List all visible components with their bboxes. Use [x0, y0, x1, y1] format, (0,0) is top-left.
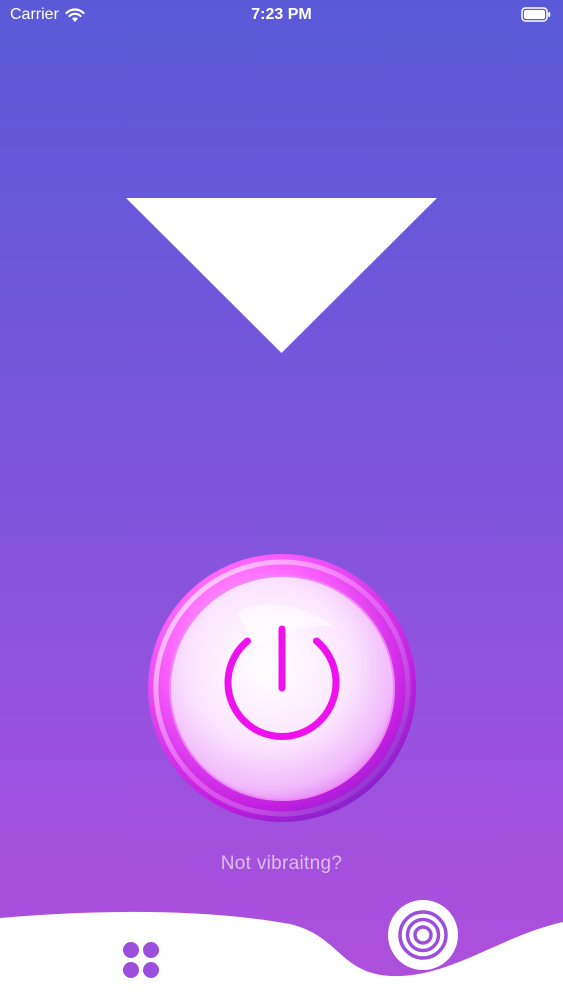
grid-dots-icon[interactable] — [122, 941, 160, 979]
not-vibrating-link[interactable]: Not vibraitng? — [0, 853, 563, 875]
concentric-circles-icon — [398, 910, 448, 960]
battery-icon — [521, 7, 551, 22]
power-icon — [148, 554, 416, 822]
status-bar: Carrier 7:23 PM — [0, 0, 563, 30]
status-time: 7:23 PM — [251, 6, 312, 23]
power-button[interactable] — [146, 552, 418, 824]
vibrate-mode-button[interactable] — [388, 900, 458, 970]
down-triangle-icon — [126, 198, 437, 353]
bottom-navigation-bar — [0, 911, 563, 1000]
